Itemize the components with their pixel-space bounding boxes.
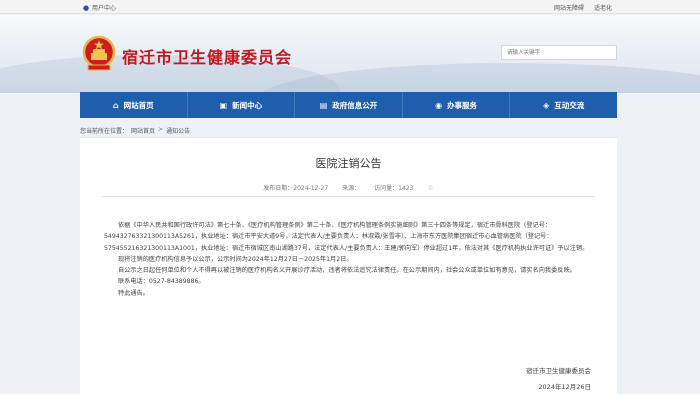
divider xyxy=(102,196,595,197)
breadcrumb-home-link[interactable]: 网站首页 xyxy=(131,126,155,135)
interaction-icon: ◈ xyxy=(543,100,550,110)
site-title[interactable]: 宿迁市卫生健康委员会 xyxy=(122,44,292,68)
nav-item-news[interactable]: ▣ 新闻中心 xyxy=(188,92,296,118)
article-paragraph: 联系电话：0527-84389886。 xyxy=(118,278,205,286)
nav-item-home[interactable]: ⌂ 网站首页 xyxy=(80,92,188,118)
news-icon: ▣ xyxy=(219,100,228,110)
view-count: 访问量：1423 xyxy=(374,185,414,192)
info-icon: ▤ xyxy=(319,100,328,110)
top-utility-bar: ● 用户中心 网站无障碍 适老化 xyxy=(0,0,700,14)
service-icon: ◉ xyxy=(435,100,443,110)
user-icon: ● xyxy=(83,3,90,12)
article-title: 医院注销公告 xyxy=(315,157,382,170)
article-paragraph: 依据《中华人民共和国行政许可法》第七十条、《医疗机构管理条例》第二十条、《医疗机… xyxy=(104,222,589,252)
article-meta: 发布日期：2024-12-27 来源： 访问量：1423 ☆ xyxy=(80,183,617,193)
article-source: 来源： xyxy=(342,185,361,192)
nav-item-label: 互动交流 xyxy=(554,100,585,110)
breadcrumb: 您当前所在位置： 网站首页 > 通知公告 xyxy=(80,126,190,135)
nav-item-label: 政府信息公开 xyxy=(332,100,378,110)
nav-item-label: 办事服务 xyxy=(447,100,478,110)
background-hill xyxy=(260,63,700,93)
nav-item-label: 新闻中心 xyxy=(232,100,263,110)
signature-org: 宿迁市卫生健康委员会 xyxy=(526,367,591,375)
article-body: 依据《中华人民共和国行政许可法》第七十条、《医疗机构管理条例》第二十条、《医疗机… xyxy=(104,220,590,299)
site-header: 宿迁市卫生健康委员会 xyxy=(0,15,700,93)
search-input[interactable] xyxy=(501,45,617,60)
national-emblem-icon xyxy=(82,35,116,71)
article-paragraph: 特此通告。 xyxy=(118,289,149,297)
breadcrumb-separator: > xyxy=(158,126,164,133)
nav-item-interaction[interactable]: ◈ 互动交流 xyxy=(510,92,617,118)
article-paragraph: 现将注销的医疗机构信息予以公示，公示时间为2024年12月27日－2025年1月… xyxy=(118,255,353,263)
user-center-label: 用户中心 xyxy=(92,5,117,12)
nav-item-info[interactable]: ▤ 政府信息公开 xyxy=(295,92,403,118)
publish-date: 发布日期：2024-12-27 xyxy=(263,185,329,192)
accessibility-link[interactable]: 网站无障碍 xyxy=(554,3,584,12)
signature-date: 2024年12月26日 xyxy=(538,383,591,391)
article-paragraph: 自公示之日起任何单位和个人不得再以被注销的医疗机构名义开展诊疗活动，违者将依法追… xyxy=(118,267,576,275)
favorite-star-icon[interactable]: ☆ xyxy=(427,184,433,192)
nav-item-service[interactable]: ◉ 办事服务 xyxy=(403,92,511,118)
user-center-link[interactable]: ● 用户中心 xyxy=(83,3,116,12)
breadcrumb-current[interactable]: 通知公告 xyxy=(166,126,190,135)
nav-item-label: 网站首页 xyxy=(123,100,154,110)
home-icon: ⌂ xyxy=(112,100,119,110)
breadcrumb-prefix: 您当前所在位置： xyxy=(80,128,129,135)
elderly-mode-link[interactable]: 适老化 xyxy=(594,3,612,12)
article-panel: 医院注销公告 发布日期：2024-12-27 来源： 访问量：1423 ☆ 依据… xyxy=(80,137,617,394)
main-nav: ⌂ 网站首页 ▣ 新闻中心 ▤ 政府信息公开 ◉ 办事服务 ◈ 互动交流 xyxy=(80,92,617,118)
